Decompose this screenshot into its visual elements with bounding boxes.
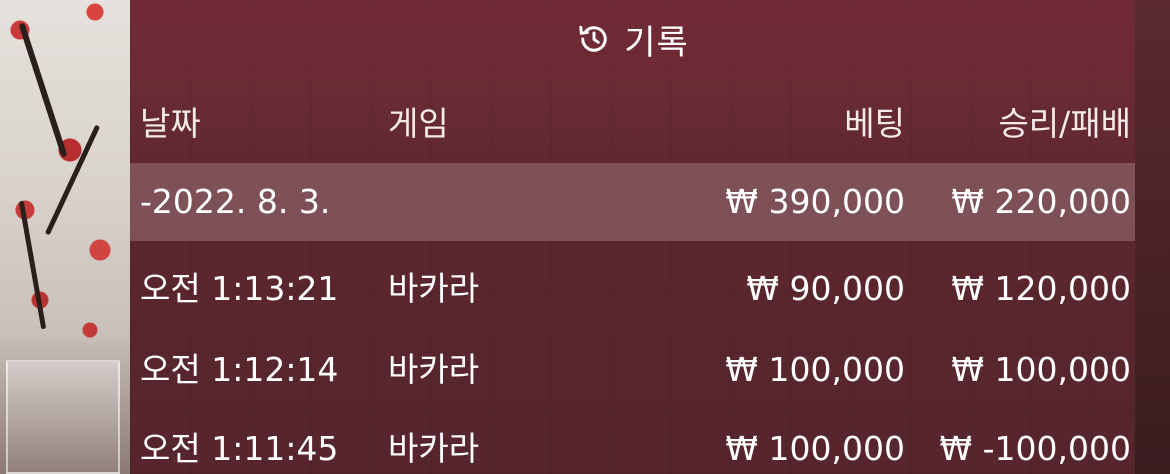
background-wallpaper — [0, 0, 130, 474]
glass-frame-decoration — [6, 360, 120, 474]
date-group-row[interactable]: -2022. 8. 3. ₩ 390,000 ₩ 220,000 — [130, 163, 1135, 241]
group-result-total: ₩ 220,000 — [951, 182, 1131, 221]
history-panel: 기록 날짜 게임 베팅 승리/패배 -2022. 8. 3. ₩ 390,000… — [130, 0, 1135, 474]
history-screen: 기록 날짜 게임 베팅 승리/패배 -2022. 8. 3. ₩ 390,000… — [0, 0, 1170, 474]
row-result: ₩ 100,000 — [951, 350, 1131, 389]
table-header: 날짜 게임 베팅 승리/패배 — [130, 85, 1135, 163]
column-header-bet: 베팅 — [844, 104, 905, 143]
scroll-edge — [1135, 0, 1170, 474]
row-game: 바카라 — [388, 269, 480, 308]
row-result: ₩ -100,000 — [939, 429, 1132, 468]
column-header-date: 날짜 — [140, 104, 201, 143]
column-header-game: 게임 — [388, 104, 449, 143]
row-game: 바카라 — [388, 350, 480, 389]
page-title: 기록 — [624, 22, 689, 63]
row-time: 오전 1:13:21 — [140, 269, 339, 308]
table-row[interactable]: 오전 1:13:21 바카라 ₩ 90,000 ₩ 120,000 — [130, 250, 1135, 328]
group-bet-total: ₩ 390,000 — [725, 182, 905, 221]
row-game: 바카라 — [388, 429, 480, 468]
row-time: 오전 1:12:14 — [140, 350, 339, 389]
column-header-result: 승리/패배 — [998, 104, 1131, 143]
history-icon — [579, 25, 607, 52]
group-date: -2022. 8. 3. — [140, 182, 331, 221]
table-row[interactable]: 오전 1:11:45 바카라 ₩ 100,000 ₩ -100,000 — [130, 410, 1135, 474]
row-bet: ₩ 100,000 — [725, 429, 905, 468]
row-bet: ₩ 90,000 — [746, 269, 905, 308]
row-bet: ₩ 100,000 — [725, 350, 905, 389]
row-time: 오전 1:11:45 — [140, 429, 339, 468]
title-bar: 기록 — [130, 0, 1135, 78]
table-row[interactable]: 오전 1:12:14 바카라 ₩ 100,000 ₩ 100,000 — [130, 331, 1135, 409]
row-result: ₩ 120,000 — [951, 269, 1131, 308]
